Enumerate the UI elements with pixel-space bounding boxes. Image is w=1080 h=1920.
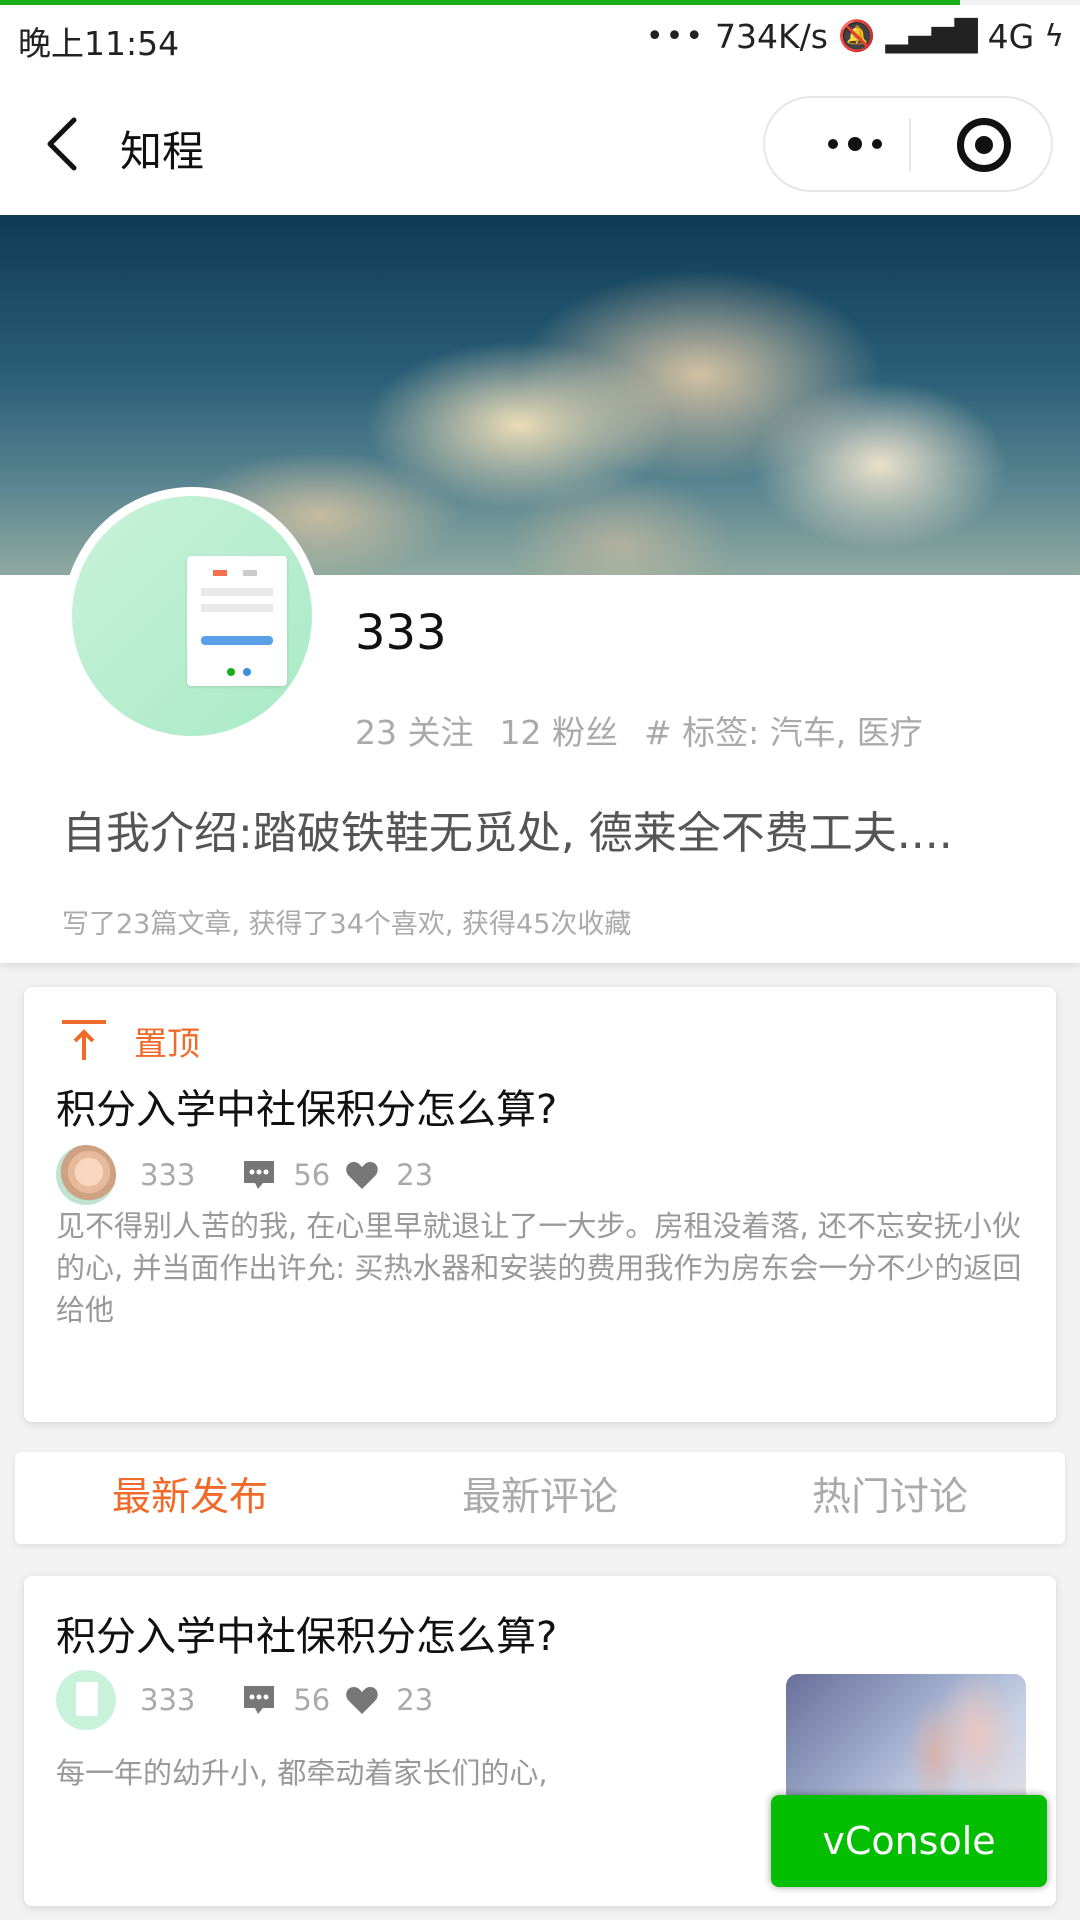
pinned-badge: 置顶 bbox=[62, 1017, 200, 1065]
more-options-button[interactable] bbox=[805, 98, 905, 190]
pinned-label: 置顶 bbox=[134, 1024, 200, 1063]
dot-icon bbox=[828, 139, 838, 149]
profile-stats: 23 关注 12 粉丝 # 标签: 汽车, 医疗 bbox=[355, 706, 923, 754]
page-title: 知程 bbox=[120, 127, 205, 176]
status-bar: 晚上11:54 ••• 734K/s 🔕 ▂▄▆█ 4G ϟ bbox=[0, 5, 1080, 70]
like-count: 23 bbox=[396, 1683, 434, 1717]
profile-summary: 写了23篇文章, 获得了34个喜欢, 获得45次收藏 bbox=[62, 909, 632, 940]
status-time: 晚上11:54 bbox=[18, 24, 180, 63]
heart-icon bbox=[346, 1687, 378, 1714]
chevron-left-icon bbox=[47, 117, 77, 171]
vconsole-button[interactable]: vConsole bbox=[771, 1795, 1047, 1887]
post-meta: 333 56 23 bbox=[56, 1145, 447, 1205]
followers-count[interactable]: 12 粉丝 bbox=[499, 706, 617, 754]
post-tabs: 最新发布 最新评论 热门讨论 bbox=[15, 1452, 1065, 1544]
tab-latest-posts[interactable]: 最新发布 bbox=[15, 1452, 365, 1544]
network-speed: 734K/s bbox=[715, 17, 828, 56]
navigation-bar: 知程 bbox=[0, 70, 1080, 215]
profile-username: 333 bbox=[355, 605, 447, 661]
status-indicators: ••• 734K/s 🔕 ▂▄▆█ 4G ϟ bbox=[646, 17, 1064, 56]
profile-tags: # 标签: 汽车, 医疗 bbox=[643, 713, 923, 752]
dot-icon bbox=[848, 137, 862, 151]
close-mini-program-button[interactable] bbox=[957, 118, 1011, 172]
post-excerpt: 每一年的幼升小, 都牵动着家长们的心, bbox=[56, 1756, 548, 1790]
mute-icon: 🔕 bbox=[837, 19, 876, 54]
author-avatar[interactable] bbox=[56, 1145, 116, 1205]
like-count: 23 bbox=[396, 1158, 434, 1192]
author-avatar[interactable] bbox=[56, 1670, 116, 1730]
heart-icon bbox=[346, 1162, 378, 1189]
pinned-post-card[interactable]: 置顶 积分入学中社保积分怎么算? 333 56 23 见不得别人苦的我, 在心里… bbox=[24, 987, 1056, 1422]
author-name[interactable]: 333 bbox=[140, 1158, 195, 1192]
comment-count: 56 bbox=[293, 1158, 331, 1192]
following-count[interactable]: 23 关注 bbox=[355, 706, 473, 754]
mini-program-capsule bbox=[763, 96, 1053, 192]
profile-bio: 自我介绍:踏破铁鞋无觅处, 德莱全不费工夫.... bbox=[62, 808, 953, 859]
signal-icon: ▂▄▆█ bbox=[885, 19, 978, 54]
post-meta: 333 56 23 bbox=[56, 1670, 447, 1730]
post-title[interactable]: 积分入学中社保积分怎么算? bbox=[56, 1604, 557, 1662]
tab-hot-discussions[interactable]: 热门讨论 bbox=[715, 1452, 1065, 1544]
post-excerpt: 见不得别人苦的我, 在心里早就退让了一大步。房租没着落, 还不忘安抚小伙的心, … bbox=[56, 1209, 1022, 1327]
network-type: 4G bbox=[987, 17, 1035, 56]
avatar-login-screenshot bbox=[187, 556, 287, 686]
profile-avatar[interactable] bbox=[72, 496, 312, 736]
back-button[interactable] bbox=[40, 114, 90, 174]
dot-icon bbox=[872, 139, 882, 149]
pin-top-icon bbox=[62, 1020, 106, 1062]
comment-icon bbox=[244, 1161, 275, 1189]
tab-latest-comments[interactable]: 最新评论 bbox=[365, 1452, 715, 1544]
author-name[interactable]: 333 bbox=[140, 1683, 195, 1717]
battery-charging-icon: ϟ bbox=[1044, 19, 1064, 54]
post-title[interactable]: 积分入学中社保积分怎么算? bbox=[56, 1077, 557, 1135]
capsule-divider bbox=[909, 118, 911, 172]
comment-count: 56 bbox=[293, 1683, 331, 1717]
comment-icon bbox=[244, 1686, 275, 1714]
more-dots-icon: ••• bbox=[645, 19, 706, 54]
